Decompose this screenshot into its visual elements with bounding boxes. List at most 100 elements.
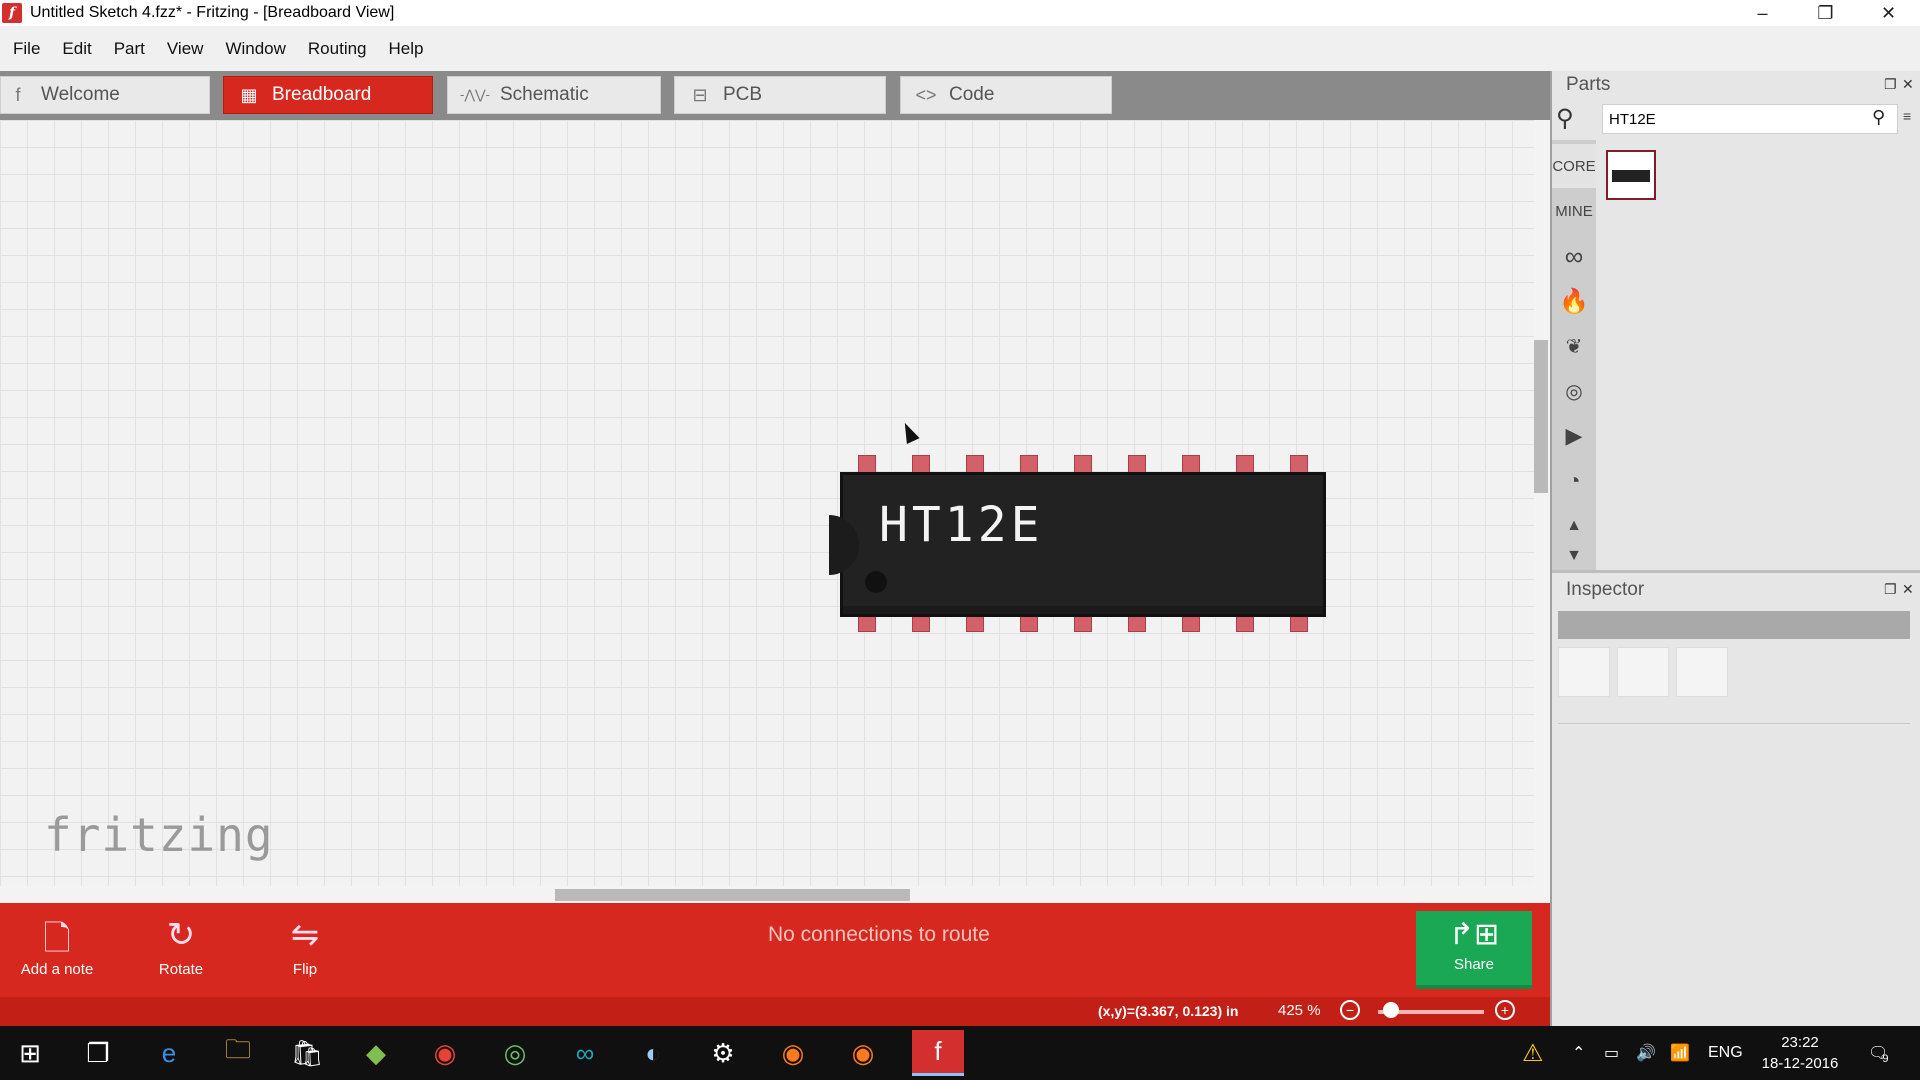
share-icon: ↱⊞ — [1448, 918, 1500, 951]
tab-schematic[interactable]: -⋀⋁- Schematic — [447, 76, 661, 114]
settings-gear-icon[interactable]: ⚙ — [704, 1034, 742, 1072]
tripadvisor-icon[interactable]: ◎ — [496, 1034, 534, 1072]
arduino-ide-icon[interactable]: ∞ — [566, 1034, 604, 1072]
minimize-button[interactable]: – — [1731, 0, 1794, 26]
notification-count: 9 — [1882, 1053, 1889, 1065]
panel-divider[interactable] — [1552, 570, 1920, 573]
windows-start-icon[interactable]: ⊞ — [11, 1034, 49, 1072]
store-icon[interactable]: 🛍 — [288, 1034, 326, 1072]
chip-notch — [829, 515, 859, 575]
window-controls: – ❐ ✕ — [1731, 0, 1920, 26]
flip-icon: ⇋ — [290, 916, 320, 954]
inspector-breadboard-preview — [1558, 647, 1610, 697]
menu-view[interactable]: View — [158, 39, 213, 59]
tab-welcome[interactable]: f Welcome — [0, 76, 210, 114]
status-bar: (x,y)=(3.367, 0.123) in 425 % − + — [0, 997, 1550, 1026]
share-label: Share — [1453, 956, 1495, 973]
seeed-bin-icon[interactable]: ❦ — [1552, 324, 1596, 368]
ht12e-part-thumbnail[interactable] — [1606, 150, 1656, 200]
breadboard-icon: ▦ — [240, 84, 258, 105]
restore-button[interactable]: ❐ — [1794, 0, 1857, 26]
intel-bin-icon[interactable]: ◎ — [1552, 369, 1596, 413]
add-note-button[interactable]: 🗋 Add a note — [14, 903, 100, 997]
taskbar-clock[interactable]: 23:22 18-12-2016 — [1760, 1032, 1840, 1074]
tab-breadboard-label: Breadboard — [272, 84, 372, 105]
rotate-button[interactable]: ↻ Rotate — [144, 903, 218, 997]
battery-icon[interactable]: ▭ — [1604, 1026, 1619, 1080]
inspector-float-icon[interactable]: ❐ — [1884, 581, 1897, 598]
zoom-slider-handle[interactable] — [1383, 1002, 1399, 1018]
add-note-label: Add a note — [20, 961, 94, 978]
breadboard-canvas[interactable]: fritzing HT12E — [0, 120, 1550, 903]
parts-search-input[interactable] — [1602, 104, 1898, 134]
rotate-icon: ↻ — [166, 916, 196, 954]
parts-menu-icon[interactable]: ≡ — [1903, 108, 1911, 124]
windows-taskbar: ⊞ ❐ e 🗀 🛍 ◆ ◉ ◎ ∞ ◐ ⚙ ◉ ◉ f ⚠ ⌃ ▭ 🔊 📶 EN… — [0, 1026, 1920, 1080]
fritzing-logo: fritzing — [44, 808, 274, 862]
zoom-in-icon[interactable]: + — [1495, 1000, 1515, 1020]
menu-file[interactable]: File — [4, 39, 49, 59]
tray-chevron-icon[interactable]: ⌃ — [1572, 1026, 1585, 1080]
tab-pcb[interactable]: ⊟ PCB — [674, 76, 886, 114]
wifi-icon[interactable]: 📶 — [1670, 1026, 1690, 1080]
tab-code[interactable]: <> Code — [900, 76, 1112, 114]
parts-close-icon[interactable]: ✕ — [1902, 76, 1914, 93]
routing-status-message: No connections to route — [768, 923, 990, 946]
menu-edit[interactable]: Edit — [53, 39, 100, 59]
chrome-icon[interactable]: ◉ — [426, 1034, 464, 1072]
fritzing-taskbar-icon[interactable]: f — [912, 1030, 964, 1076]
right-dock — [1550, 71, 1920, 1026]
close-button[interactable]: ✕ — [1857, 0, 1920, 26]
gauge-bin-icon[interactable]: ◔ — [1552, 459, 1596, 503]
title-bar: f Untitled Sketch 4.fzz* - Fritzing - [B… — [0, 0, 1920, 26]
inspector-panel-title: Inspector — [1566, 579, 1645, 600]
bin-mine[interactable]: MINE — [1552, 189, 1596, 233]
resistor-icon: -⋀⋁- — [460, 87, 490, 102]
horizontal-scroll-thumb[interactable] — [555, 889, 910, 901]
search-submit-icon[interactable]: ⚲ — [1872, 107, 1885, 128]
menu-part[interactable]: Part — [105, 39, 154, 59]
zoom-level: 425 % — [1278, 1002, 1321, 1019]
note-icon: 🗋 — [43, 920, 71, 958]
tab-pcb-label: PCB — [723, 84, 763, 105]
parts-panel-title: Parts — [1566, 74, 1611, 95]
rotate-label: Rotate — [158, 961, 204, 978]
menu-routing[interactable]: Routing — [299, 39, 376, 59]
parts-float-icon[interactable]: ❐ — [1884, 76, 1897, 93]
edge-browser-icon[interactable]: e — [150, 1034, 188, 1072]
vertical-scroll-thumb[interactable] — [1534, 340, 1548, 493]
arduino-bin-icon[interactable]: ∞ — [1552, 234, 1596, 278]
menu-bar: File Edit Part View Window Routing Help — [0, 26, 1920, 71]
chip-label: HT12E — [879, 497, 1044, 553]
inspector-close-icon[interactable]: ✕ — [1902, 581, 1914, 598]
ht12e-chip[interactable]: HT12E — [829, 472, 1326, 617]
volume-icon[interactable]: 🔊 — [1636, 1026, 1656, 1080]
menu-help[interactable]: Help — [380, 39, 433, 59]
menu-window[interactable]: Window — [216, 39, 294, 59]
chip-pin1-marker — [865, 571, 887, 593]
sparkfun-bin-icon[interactable]: 🔥 — [1552, 279, 1596, 323]
firefox-icon[interactable]: ◉ — [774, 1034, 812, 1072]
warning-tray-icon[interactable]: ⚠ — [1522, 1026, 1544, 1080]
language-indicator[interactable]: ENG — [1708, 1026, 1743, 1080]
tab-schematic-label: Schematic — [500, 84, 589, 105]
firefox-icon-2[interactable]: ◉ — [844, 1034, 882, 1072]
evernote-icon[interactable]: ◆ — [357, 1034, 395, 1072]
app-icon-blue[interactable]: ◐ — [634, 1034, 672, 1072]
share-button[interactable]: ↱⊞ Share — [1416, 911, 1532, 989]
bin-core[interactable]: CORE — [1552, 144, 1596, 188]
flip-button[interactable]: ⇋ Flip — [268, 903, 342, 997]
canvas-vertical-scrollbar[interactable] — [1534, 120, 1550, 903]
zoom-out-icon[interactable]: − — [1340, 1000, 1360, 1020]
notifications-icon[interactable]: 🗨 9 — [1868, 1026, 1888, 1080]
file-explorer-icon[interactable]: 🗀 — [219, 1034, 257, 1072]
part-thumbnail-chip — [1612, 170, 1650, 182]
task-view-icon[interactable]: ❐ — [79, 1034, 117, 1072]
tab-welcome-label: Welcome — [41, 84, 120, 105]
tab-code-label: Code — [949, 84, 995, 105]
play-bin-icon[interactable]: ▶ — [1552, 414, 1596, 458]
flip-label: Flip — [292, 961, 318, 978]
fritzing-f-icon: f — [15, 84, 21, 105]
search-icon[interactable]: ⚲ — [1556, 104, 1574, 133]
tab-breadboard[interactable]: ▦ Breadboard — [223, 76, 433, 114]
